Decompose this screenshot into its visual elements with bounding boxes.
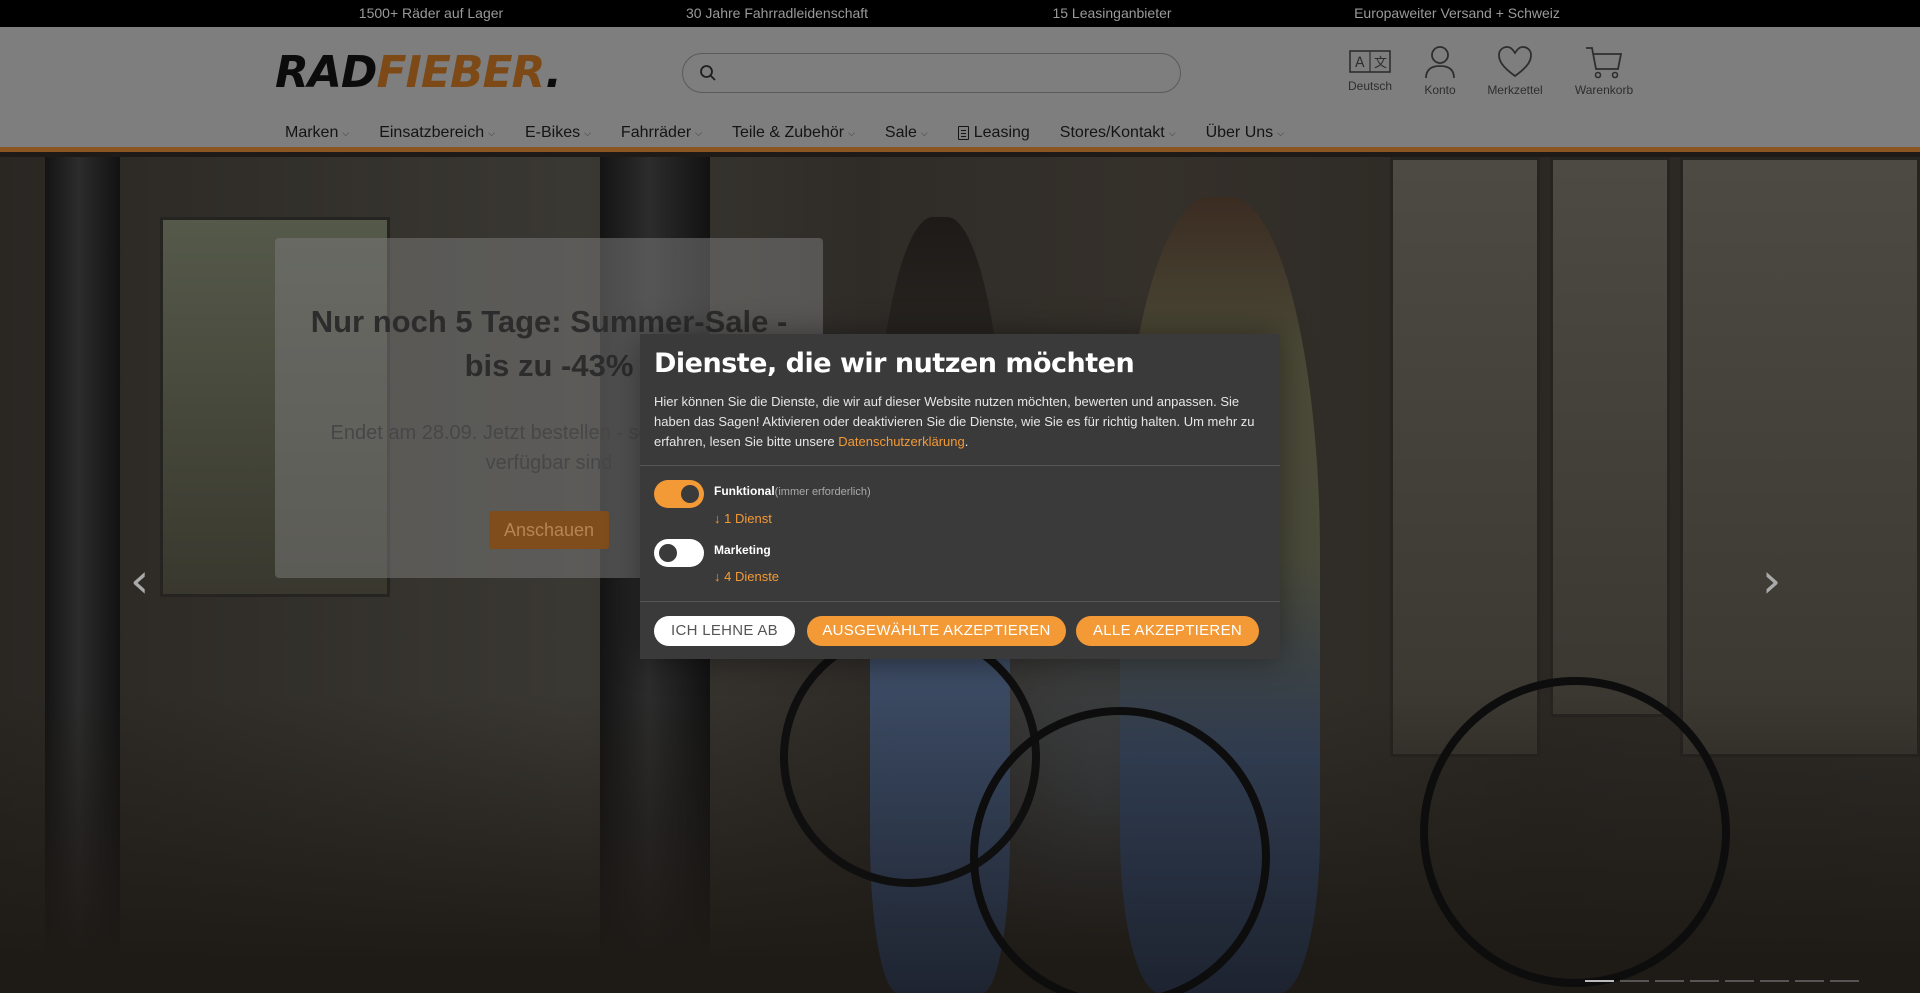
service-marketing-name: Marketing [714,543,771,557]
slider-dot[interactable] [1690,980,1719,982]
nav-item-fahrraeder[interactable]: Fahrräder ⌵ [621,121,702,145]
search-icon [700,65,716,81]
topbar-item-shipping: Europaweiter Versand + Schweiz [1354,5,1560,21]
promo-button[interactable]: Anschauen [489,511,609,549]
top-info-bar: 1500+ Räder auf Lager 30 Jahre Fahrradle… [0,0,1920,27]
nav-item-sale[interactable]: Sale ⌵ [885,121,928,145]
nav-item-teile-zubehoer[interactable]: Teile & Zubehör ⌵ [732,121,855,145]
toggle-funktional[interactable] [654,480,704,508]
slider-dot[interactable] [1830,980,1859,982]
topbar-item-stock: 1500+ Räder auf Lager [358,5,504,21]
accept-selected-button[interactable]: AUSGEWÄHLTE AKZEPTIEREN [807,616,1066,646]
service-marketing-details[interactable]: ↓ 4 Dienste [714,569,779,584]
nav-item-ueber-uns[interactable]: Über Uns ⌵ [1206,121,1284,145]
chevron-down-icon: ⌵ [488,127,495,138]
accept-all-button[interactable]: ALLE AKZEPTIEREN [1076,616,1259,646]
site-header: RADFIEBER. A 文 Deutsch Konto Merkzettel [0,27,1920,152]
site-logo[interactable]: RADFIEBER. [275,47,562,98]
chevron-down-icon: ⌵ [342,127,350,138]
toggle-marketing[interactable] [654,539,704,567]
document-icon [957,126,969,140]
chevron-down-icon: ⌵ [848,127,855,138]
divider [640,601,1280,602]
search-box[interactable] [682,53,1181,93]
privacy-policy-link[interactable]: Datenschutzerklärung [838,434,964,449]
slider-dot[interactable] [1620,980,1649,982]
toggle-knob [659,544,677,562]
decline-button[interactable]: ICH LEHNE AB [654,616,795,646]
service-funktional-name: Funktional(immer erforderlich) [714,484,871,498]
service-funktional-details[interactable]: ↓ 1 Dienst [714,511,772,526]
slider-next-arrow[interactable]: › [1762,557,1781,605]
slider-dot[interactable] [1585,980,1614,982]
chevron-down-icon: ⌵ [920,127,928,138]
cart-icon [1586,47,1623,79]
cookie-consent-dialog: Dienste, die wir nutzen möchten Hier kön… [640,334,1280,659]
user-icon [1425,46,1455,79]
wishlist-label: Merkzettel [1487,83,1543,97]
slider-dot[interactable] [1795,980,1824,982]
slider-prev-arrow[interactable]: ‹ [130,557,149,605]
topbar-item-leasing: 15 Leasinganbieter [1052,5,1172,21]
slider-dot[interactable] [1760,980,1789,982]
search-input[interactable] [729,60,1159,86]
slider-pagination [1585,980,1865,982]
nav-item-einsatzbereich[interactable]: Einsatzbereich ⌵ [379,121,495,145]
svg-text:A: A [1355,55,1365,71]
nav-item-leasing[interactable]: Leasing [957,121,1030,145]
language-icon: A 文 [1349,50,1391,73]
nav-item-ebikes[interactable]: E-Bikes ⌵ [525,121,591,145]
chevron-down-icon: ⌵ [584,127,591,138]
cart-label: Warenkorb [1574,83,1634,97]
slider-dot[interactable] [1655,980,1684,982]
chevron-down-icon: ⌵ [695,127,702,138]
consent-title: Dienste, die wir nutzen möchten [654,348,1135,379]
svg-text:文: 文 [1374,56,1387,71]
cart-link[interactable]: Warenkorb [1559,45,1649,97]
main-nav: Marken ⌵ Einsatzbereich ⌵ E-Bikes ⌵ Fahrräd… [285,121,1314,145]
nav-item-stores-kontakt[interactable]: Stores/Kontakt ⌵ [1060,121,1176,145]
topbar-item-experience: 30 Jahre Fahrradleidenschaft [685,5,869,21]
divider [640,465,1280,466]
chevron-down-icon: ⌵ [1168,127,1176,138]
chevron-down-icon: ⌵ [1277,127,1284,138]
heart-icon [1498,46,1532,78]
toggle-knob [681,485,699,503]
slider-dot[interactable] [1725,980,1754,982]
wishlist-link[interactable]: Merkzettel [1470,45,1560,97]
nav-item-marken[interactable]: Marken ⌵ [285,121,349,145]
consent-description: Hier können Sie die Dienste, die wir auf… [654,394,1255,449]
